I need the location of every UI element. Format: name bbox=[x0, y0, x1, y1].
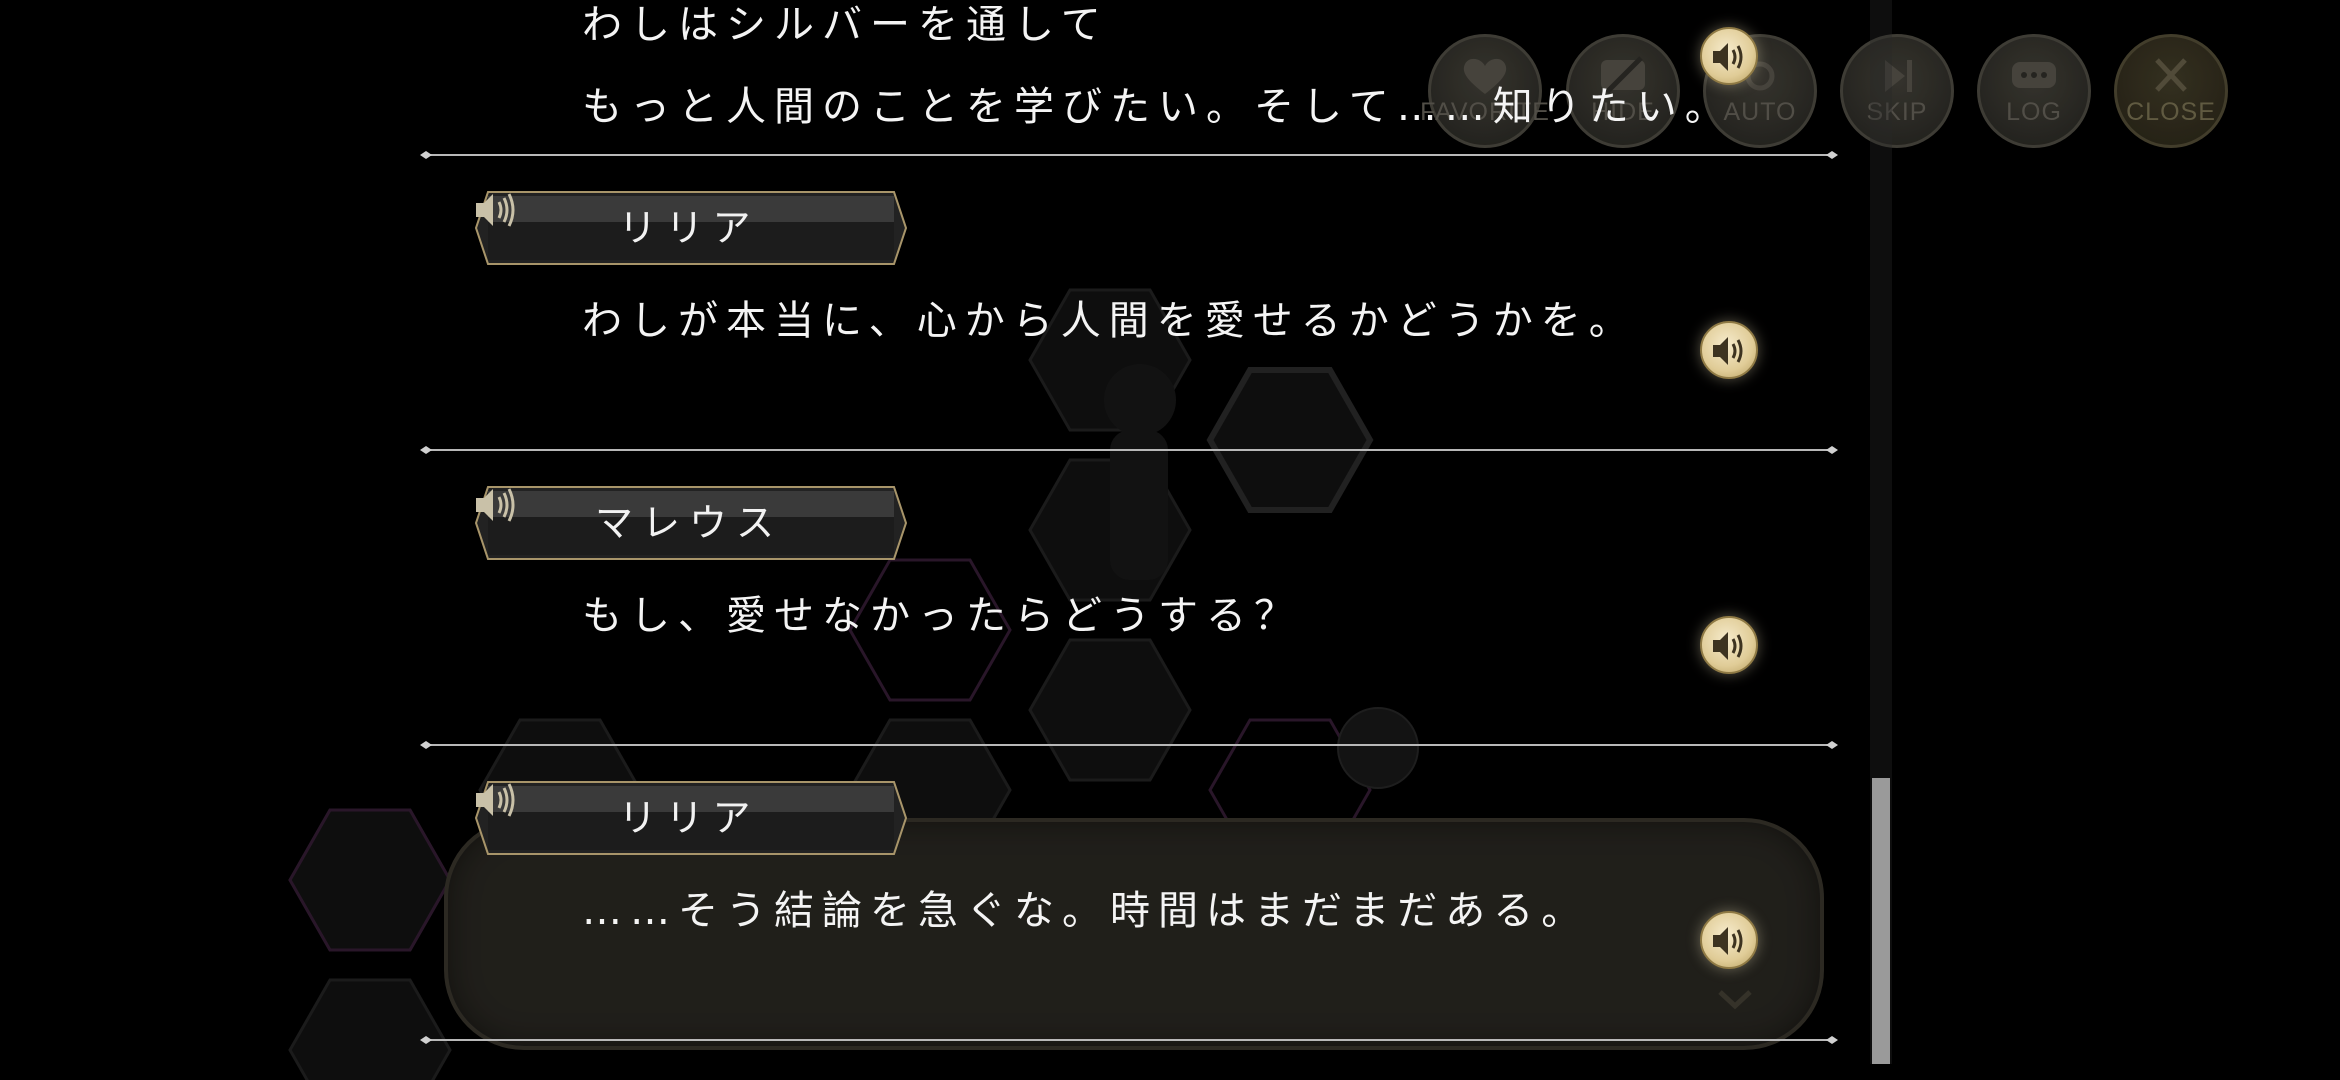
log-entry: わしはシルバーを通して もっと人間のことを学びたい。そして……知りたい。 bbox=[0, 0, 2340, 159]
log-scrollbar-thumb[interactable] bbox=[1872, 778, 1890, 1064]
speaker-icon bbox=[1713, 632, 1743, 660]
speaker-nameplate: マレウス bbox=[474, 485, 908, 561]
log-entry: リリア わしが本当に、心から人間を愛せるかどうかを。 bbox=[0, 156, 2340, 454]
backlog-panel: わしはシルバーを通して もっと人間のことを学びたい。そして……知りたい。 リリア… bbox=[0, 0, 2340, 1080]
dialogue-line: わしが本当に、心から人間を愛せるかどうかを。 bbox=[582, 298, 1637, 344]
dialogue-line: ……そう結論を急ぐな。時間はまだまだある。 bbox=[582, 888, 1590, 934]
speaker-icon bbox=[1713, 43, 1743, 71]
speaker-icon[interactable] bbox=[474, 485, 518, 525]
speaker-name: リリア bbox=[618, 796, 760, 840]
dialogue-line: わしはシルバーを通して bbox=[582, 2, 1109, 48]
speaker-icon[interactable] bbox=[474, 190, 518, 230]
speaker-nameplate: リリア bbox=[474, 780, 908, 856]
dialogue-line: もっと人間のことを学びたい。そして……知りたい。 bbox=[582, 84, 1733, 130]
entry-divider bbox=[420, 1036, 1838, 1044]
voice-replay-button[interactable] bbox=[1700, 911, 1758, 969]
speaker-nameplate: リリア bbox=[474, 190, 908, 266]
voice-replay-button[interactable] bbox=[1700, 27, 1758, 85]
log-entry: リリア ……そう結論を急ぐな。時間はまだまだある。 bbox=[0, 746, 2340, 1044]
log-entry: マレウス もし、愛せなかったらどうする？ bbox=[0, 451, 2340, 749]
speaker-icon[interactable] bbox=[474, 780, 518, 820]
speaker-icon bbox=[1713, 337, 1743, 365]
dialogue-line: もし、愛せなかったらどうする？ bbox=[582, 593, 1302, 639]
speaker-name: リリア bbox=[618, 206, 760, 250]
speaker-name: マレウス bbox=[594, 501, 783, 545]
voice-replay-button[interactable] bbox=[1700, 321, 1758, 379]
speaker-icon bbox=[1713, 927, 1743, 955]
voice-replay-button[interactable] bbox=[1700, 616, 1758, 674]
